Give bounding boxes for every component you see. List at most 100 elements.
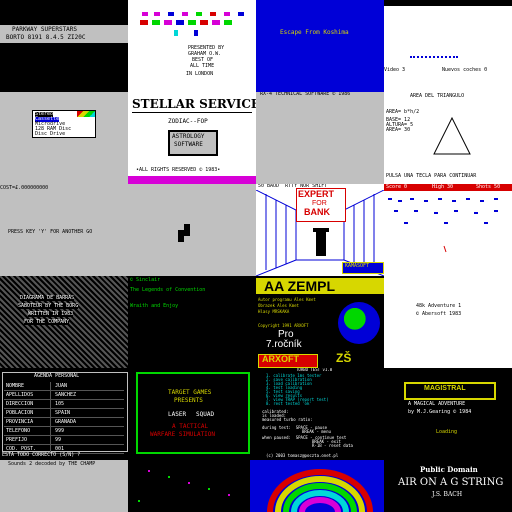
magistral-l2: by M.J.Gearing © 1984: [408, 409, 472, 415]
turbo-menu: 1. calibrate 1ms tester 2. save calibrati…: [266, 374, 329, 406]
pd-line2: AIR ON A G STRING: [398, 477, 504, 488]
tile-r2c2: STELLAR SERVICES ZODIAC--FOP ASTROLOGY S…: [128, 92, 256, 184]
rainbow-arc: [267, 469, 373, 512]
tile-r2c3: RX-4 TECHNICAL SOFTWARE © 1986: [256, 92, 384, 184]
tile-r1c1: PARKWAY SUPERSTARS BORTO 8191 8.4.5 ZI20…: [0, 0, 128, 92]
agenda-value[interactable]: 105: [51, 400, 124, 408]
triangle-title: AREA DEL TRIANGULO: [410, 93, 465, 99]
tile-r6c2: [128, 460, 256, 512]
tri-l1: AREA= b*h/2: [386, 109, 420, 115]
legends-l1: The Legends of Convention: [130, 287, 206, 293]
tile-r4c1: DIAGRAMA DE BARRAS SABOTEUR BY THE BORG …: [0, 276, 128, 368]
banner-line2: BORTO 8191 8.4.5 ZI20C: [6, 34, 86, 41]
magistral-l3: Loading: [436, 429, 458, 435]
road-line: [410, 56, 458, 62]
menu-item-4[interactable]: Disc Drive: [35, 132, 65, 137]
arxoft-logo: ARXOFT: [262, 354, 299, 364]
agenda-footer: ESTA TODO CORRECTO (S/N) ?: [2, 452, 81, 458]
turbo-during2: BREAK - menu: [302, 429, 331, 434]
tri-footer: PULSA UNA TECLA PARA CONTINUAR: [386, 173, 477, 179]
zempl-l2: Obrazek Ales Kmet: [258, 303, 299, 308]
agenda-value[interactable]: 999: [51, 427, 124, 435]
turbo-title: TURBO TEST v1.0: [296, 368, 333, 372]
video-label: Video 3: [384, 67, 406, 73]
magistral-l1: A MAGICAL ADVENTURE: [408, 401, 466, 407]
zempl-l1: Autor programu Ales Kmet: [258, 297, 316, 302]
agenda-value[interactable]: SANCHEZ: [51, 391, 124, 399]
sign-line1: EXPERT: [298, 189, 335, 199]
high-label: High 30: [432, 184, 454, 190]
bar-line1: DIAGRAMA DE BARRAS: [20, 295, 75, 301]
agenda-value[interactable]: GRANADA: [51, 418, 124, 426]
tile-r6c4: Public Domain AIR ON A G STRING J.S. BAC…: [384, 460, 512, 512]
screenshot-grid: PARKWAY SUPERSTARS BORTO 8191 8.4.5 ZI20…: [0, 0, 512, 512]
sign-line2: FOR: [312, 200, 327, 207]
zempl-l3: Hlasy MRSKAKA: [258, 309, 290, 314]
laser-l6: WARFARE SIMULATION: [150, 431, 216, 438]
agenda-key: NOMBRE: [4, 382, 51, 390]
turbo-cal3: measured turbo ratio:: [262, 417, 313, 422]
tile-r3c3: 50 BAUD RTTY NOR SHIFT EXPERT FOR BANK K…: [256, 184, 384, 276]
laser-l5: A TACTICAL: [172, 423, 209, 430]
pd-line1: Public Domain: [420, 465, 478, 474]
agenda-key: PROVINCIA: [4, 418, 51, 426]
tile-r6c3: [256, 460, 384, 512]
zs-label: ZŠ: [336, 351, 352, 365]
triangle-shape: [433, 116, 471, 155]
rx4-footer: RX-4 TECHNICAL SOFTWARE © 1986: [260, 92, 351, 97]
tile-r5c1: AGENDA PERSONAL NOMBRE JUAN APELLIDOS SANCH…: [0, 368, 128, 460]
agenda-key: TELEFONO: [4, 427, 51, 435]
stellar-title: STELLAR SERVICES: [132, 97, 256, 111]
agenda-value[interactable]: JUAN: [51, 382, 124, 390]
agenda-row: PROVINCIA GRANADA: [4, 418, 124, 427]
bar-line2: SABOTEUR BY THE BORG: [18, 303, 79, 309]
cost-line: COST=£.000000000: [0, 185, 49, 191]
tile-r4c2: © Sinclair The Legends of Convention Wra…: [128, 276, 256, 368]
pres-line4: ALL TIME: [190, 63, 215, 69]
globe-graphic: [338, 302, 380, 344]
agenda-row: DIRECCION 105: [4, 400, 124, 409]
agenda-key: APELLIDOS: [4, 391, 51, 399]
koshima-title: Escape From Koshima: [280, 29, 349, 36]
tile-r5c3: TURBO TEST v1.0 1. calibrate 1ms tester 2…: [256, 368, 384, 460]
agenda-row: PREFIJO 99: [4, 436, 124, 445]
adv-line2: © Abersoft 1983: [416, 311, 462, 317]
agenda-title: AGENDA PERSONAL: [34, 373, 80, 379]
tile-r3c4: Score 0 High 30 Shots 50: [384, 184, 512, 276]
tile-r4c4: 48k Adventure 1 © Abersoft 1983: [384, 276, 512, 368]
magenta-bar: [128, 176, 256, 184]
tile-r4c3: AA ZEMPL Autor programu Ales Kmet Obraze…: [256, 276, 384, 368]
legends-l2: Wraith and Enjoy: [130, 303, 179, 309]
block-sprite: [178, 224, 190, 242]
rights-footer: •ALL RIGHTS RESERVED © 1983•: [136, 167, 221, 173]
divider: [132, 112, 252, 113]
agenda-row: NOMBRE JUAN: [4, 382, 124, 391]
laser-l2: PRESENTS: [174, 397, 203, 404]
tile-r3c1: COST=£.000000000 PRESS KEY 'Y' FOR ANOTH…: [0, 184, 128, 276]
tri-l4: AREA= 30: [386, 127, 411, 133]
magistral-title: MAGISTRAL: [424, 385, 466, 392]
turbo-copy: (c) 2003 tomasz@poczta.onet.pl: [266, 453, 339, 458]
tile-r2c1: Stereo Cassette Microdrive 128 RAM Disc …: [0, 92, 128, 184]
zempl-l4: Copyright 1991 ARXOFT: [258, 323, 309, 328]
turbo-menu-item[interactable]: 8. rest tested 'ok': [266, 402, 329, 406]
sign-line3: BANK: [304, 207, 330, 217]
invader-graphic: [134, 12, 254, 40]
zodiac-sub: ZODIAC--FOP: [168, 118, 208, 125]
agenda-key: POBLACION: [4, 409, 51, 417]
laser-frame: [136, 372, 250, 454]
laser-l3: LASER: [168, 411, 187, 418]
cars-label: Nuevos coches 0: [442, 67, 488, 73]
shots-label: Shots 50: [476, 184, 501, 190]
pd-line3: J.S. BACH: [432, 491, 463, 498]
tile-r1c3: Escape From Koshima: [256, 0, 384, 92]
laser-l1: TARGET GAMES: [168, 389, 212, 396]
agenda-value[interactable]: SPAIN: [51, 409, 124, 417]
press-key: PRESS KEY 'Y' FOR ANOTHER GO: [8, 229, 93, 235]
agenda-table: NOMBRE JUAN APELLIDOS SANCHEZ DIRECCION 105 PO…: [4, 382, 124, 454]
agenda-value[interactable]: 99: [51, 436, 124, 444]
astro-line1: ASTROLOGY: [172, 133, 205, 140]
top-bar: [384, 0, 512, 6]
rocnik-label: 7.ročník: [266, 339, 302, 350]
adv-line1: 48k Adventure 1: [416, 303, 462, 309]
